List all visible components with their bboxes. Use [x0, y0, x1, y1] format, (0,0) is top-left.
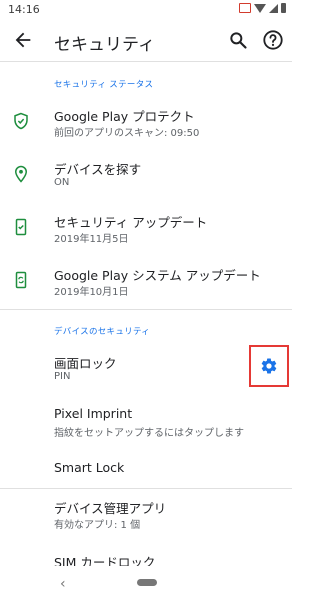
- back-arrow-icon[interactable]: [12, 29, 34, 51]
- search-icon[interactable]: [228, 30, 248, 50]
- battery-icon: [281, 3, 286, 13]
- section-divider: [0, 309, 292, 310]
- phone-sync-icon: [15, 271, 27, 289]
- item-subtitle: PIN: [54, 371, 71, 382]
- item-subtitle: 2019年11月5日: [54, 234, 129, 245]
- item-title: デバイス管理アプリ: [54, 501, 167, 516]
- help-icon[interactable]: [262, 29, 284, 51]
- shield-check-icon: [14, 112, 28, 130]
- item-title: Pixel Imprint: [54, 406, 133, 421]
- navigation-bar: ‹: [0, 566, 292, 600]
- item-title: デバイスを探す: [54, 162, 142, 177]
- screen-lock-settings-button[interactable]: [249, 345, 289, 387]
- list-item-device-admin-apps[interactable]: デバイス管理アプリ 有効なアプリ: 1 個: [0, 492, 292, 536]
- list-item-smart-lock[interactable]: Smart Lock: [0, 452, 292, 486]
- list-item-screen-lock[interactable]: 画面ロック PIN: [0, 347, 240, 391]
- page-title: セキュリティ: [54, 35, 155, 55]
- section-header-security-status: セキュリティ ステータス: [54, 80, 154, 90]
- item-title: 画面ロック: [54, 356, 117, 371]
- status-time: 14:16: [8, 3, 40, 16]
- item-subtitle: 2019年10月1日: [54, 287, 129, 298]
- item-title: セキュリティ アップデート: [54, 215, 208, 230]
- list-item-play-system-update[interactable]: Google Play システム アップデート 2019年10月1日: [0, 259, 292, 303]
- wifi-icon: [254, 3, 266, 13]
- status-bar: 14:16: [0, 0, 292, 18]
- gear-icon: [261, 358, 277, 374]
- cast-icon: [239, 3, 251, 13]
- nav-back-icon[interactable]: ‹: [60, 576, 66, 592]
- item-subtitle: 前回のアプリのスキャン: 09:50: [54, 128, 200, 139]
- status-icons: [239, 3, 286, 13]
- app-bar: セキュリティ: [0, 18, 292, 62]
- item-subtitle: 有効なアプリ: 1 個: [54, 520, 141, 531]
- item-title: Google Play システム アップデート: [54, 268, 261, 283]
- nav-home-pill[interactable]: [137, 579, 157, 586]
- list-item-find-device[interactable]: デバイスを探す ON: [0, 153, 292, 197]
- section-header-device-security: デバイスのセキュリティ: [54, 327, 151, 337]
- item-title: Google Play プロテクト: [54, 109, 195, 124]
- list-item-security-update[interactable]: セキュリティ アップデート 2019年11月5日: [0, 206, 292, 250]
- item-subtitle: ON: [54, 177, 70, 188]
- list-item-pixel-imprint[interactable]: Pixel Imprint 指紋をセットアップするにはタップします: [0, 400, 292, 444]
- list-item-play-protect[interactable]: Google Play プロテクト 前回のアプリのスキャン: 09:50: [0, 100, 292, 144]
- phone-check-icon: [15, 218, 27, 236]
- list-item-sim-card-lock[interactable]: SIM カードロック: [0, 546, 292, 570]
- section-divider: [0, 488, 292, 489]
- item-title: Smart Lock: [54, 460, 125, 475]
- location-pin-icon: [14, 165, 28, 183]
- signal-icon: [269, 3, 278, 13]
- item-subtitle: 指紋をセットアップするにはタップします: [54, 428, 244, 439]
- app-bar-divider: [0, 61, 292, 62]
